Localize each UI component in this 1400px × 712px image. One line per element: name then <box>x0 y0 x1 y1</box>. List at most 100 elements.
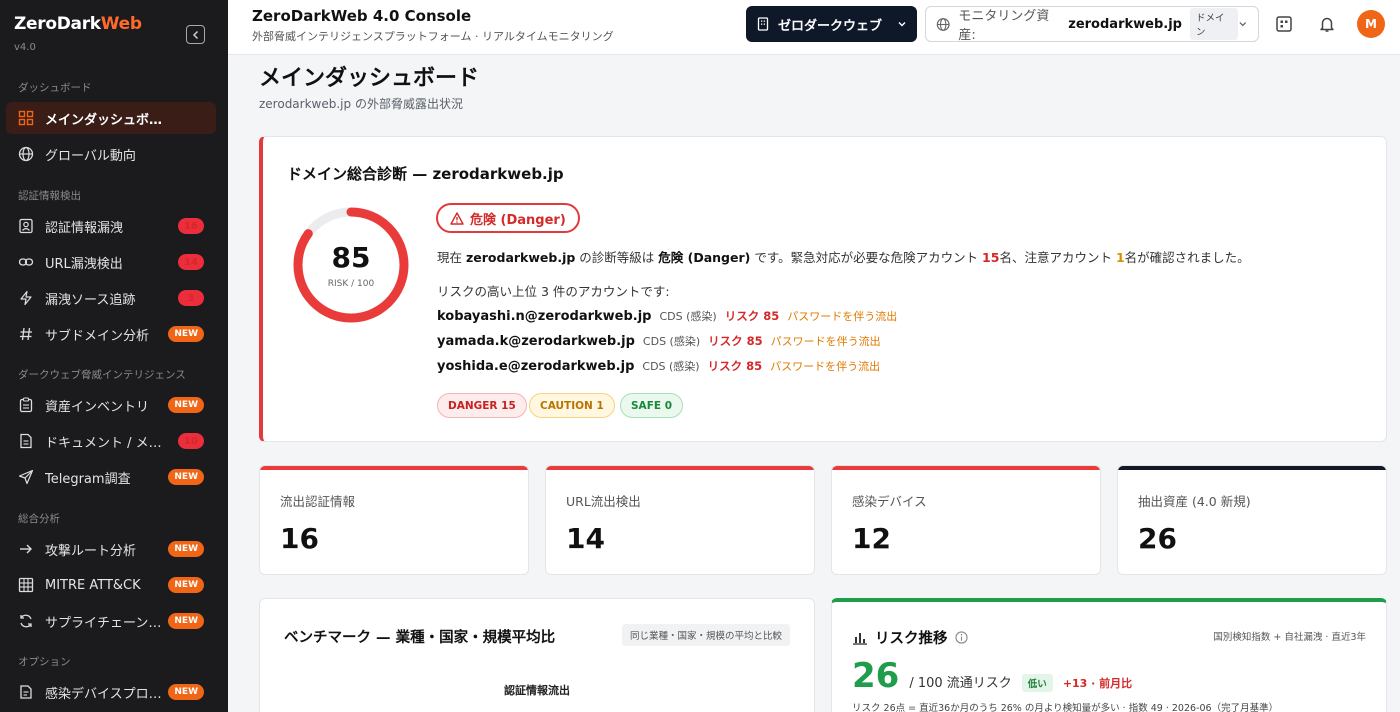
count-badge: 14 <box>178 254 204 270</box>
risk-trend-card: リスク推移 国別検知指数 + 自社漏洩 · 直近3年 26 / 100 流通リス… <box>831 598 1387 712</box>
bolt-icon <box>18 290 34 306</box>
account-email: kobayashi.n@zerodarkweb.jp <box>437 309 652 324</box>
section-options: オプション <box>18 656 71 668</box>
sidebar-item-label: URL漏洩検出 <box>45 256 123 272</box>
danger-count-chip[interactable]: DANGER 15 <box>437 393 527 418</box>
new-badge: NEW <box>168 469 204 485</box>
section-analysis: 総合分析 <box>18 513 60 525</box>
monitoring-asset-select[interactable]: モニタリング資産: zerodarkweb.jp ドメイン <box>925 6 1259 43</box>
sidebar-item-label: ドキュメント / メー… <box>45 435 167 451</box>
new-badge: NEW <box>168 613 204 629</box>
summary-danger-count: 15 <box>982 250 1000 265</box>
diagnosis-title: ドメイン総合診断 — zerodarkweb.jp <box>287 165 564 183</box>
sidebar-item-asset-inventory[interactable]: 資産インベントリ NEW <box>6 389 216 421</box>
summary-text: です。緊急対応が必要な危険アカウント <box>750 250 983 265</box>
new-badge: NEW <box>168 326 204 342</box>
count-badge: 10 <box>178 433 204 449</box>
count-badge: 16 <box>178 218 204 234</box>
user-badge-icon <box>18 218 34 234</box>
account-source: CDS (感染) <box>642 360 700 373</box>
risk-change: +13 · 前月比 <box>1062 677 1133 690</box>
risk-score: 85 <box>331 241 371 274</box>
sidebar-item-label: 認証情報漏洩 <box>45 220 124 236</box>
new-badge: NEW <box>168 541 204 557</box>
version-label: v4.0 <box>14 42 36 53</box>
sidebar-item-label: メインダッシュボード <box>45 112 167 128</box>
account-risk: リスク 85 <box>708 334 763 348</box>
sidebar-item-telegram[interactable]: Telegram調査 NEW <box>6 461 216 493</box>
summary-text: 現在 <box>437 250 466 265</box>
document-icon <box>18 433 34 449</box>
summary-domain: zerodarkweb.jp <box>465 250 576 265</box>
risk-trend-summary: 26 / 100 流通リスク 低い +13 · 前月比 <box>852 656 1132 696</box>
summary-text: 名が確認されました。 <box>1124 250 1250 265</box>
sidebar-item-subdomain-analysis[interactable]: サブドメイン分析 NEW <box>6 318 216 350</box>
account-row[interactable]: yamada.k@zerodarkweb.jp CDS (感染) リスク 85 … <box>437 333 881 349</box>
top-accounts-label: リスクの高い上位 3 件のアカウントです: <box>437 284 670 299</box>
report-button[interactable] <box>1274 14 1294 34</box>
sidebar-item-infected-devices[interactable]: 感染デバイスプロ… NEW <box>6 676 216 708</box>
sidebar-item-supply-chain[interactable]: サプライチェーン… NEW <box>6 605 216 637</box>
info-icon[interactable] <box>954 631 968 644</box>
sidebar-item-label: 感染デバイスプロ… <box>45 686 162 702</box>
user-avatar[interactable]: M <box>1357 10 1385 38</box>
notifications-button[interactable] <box>1317 14 1337 34</box>
chevron-left-icon <box>192 30 198 39</box>
organization-select[interactable]: ゼロダークウェブ <box>746 6 917 42</box>
send-icon <box>18 469 34 485</box>
caution-count-chip[interactable]: CAUTION 1 <box>529 393 615 418</box>
sidebar-item-leak-source-tracking[interactable]: 漏洩ソース追跡 3 <box>6 282 216 314</box>
sidebar-item-main-dashboard[interactable]: メインダッシュボード <box>6 102 216 134</box>
collapse-sidebar-button[interactable] <box>186 25 205 44</box>
stat-card-url-leaks[interactable]: URL流出検出 14 <box>545 465 815 575</box>
section-dashboard: ダッシュボード <box>18 82 92 94</box>
risk-trend-footnote: リスク 26点 = 直近36か月のうち 26% の月より検知量が多い · 指数 … <box>852 703 1279 712</box>
risk-trend-value: 26 <box>852 656 900 696</box>
sidebar-item-label: グローバル動向 <box>45 148 136 164</box>
stat-label: 抽出資産 (4.0 新規) <box>1138 494 1251 509</box>
stat-card-infected-devices[interactable]: 感染デバイス 12 <box>831 465 1101 575</box>
benchmark-metric-label: 認証情報流出 <box>504 684 570 697</box>
account-row[interactable]: yoshida.e@zerodarkweb.jp CDS (感染) リスク 85… <box>437 358 880 374</box>
sidebar-item-attack-route[interactable]: 攻撃ルート分析 NEW <box>6 533 216 565</box>
bar-chart-icon <box>852 631 868 645</box>
account-note: パスワードを伴う流出 <box>787 310 898 323</box>
new-badge: NEW <box>168 397 204 413</box>
grid-icon <box>18 110 34 126</box>
bell-icon <box>1320 17 1334 32</box>
stat-card-leaked-credentials[interactable]: 流出認証情報 16 <box>259 465 529 575</box>
benchmark-note: 同じ業種・国家・規模の平均と比較 <box>621 624 790 646</box>
clipboard-icon <box>18 397 34 413</box>
safe-count-chip[interactable]: SAFE 0 <box>620 393 683 418</box>
table-icon <box>18 577 34 593</box>
hash-icon <box>18 326 34 342</box>
sidebar-item-mitre-attack[interactable]: MITRE ATT&CK NEW <box>6 569 216 601</box>
chevron-down-icon <box>1239 22 1247 27</box>
brand-logo[interactable]: ZeroDarkWeb <box>14 14 142 34</box>
sidebar-item-url-leaks[interactable]: URL漏洩検出 14 <box>6 246 216 278</box>
stat-value: 12 <box>852 522 891 555</box>
page-subtitle: zerodarkweb.jp の外部脅威露出状況 <box>259 97 463 111</box>
account-note: パスワードを伴う流出 <box>770 335 881 348</box>
sidebar: ZeroDarkWeb v4.0 ダッシュボード メインダッシュボード グローバ… <box>0 0 228 712</box>
globe-icon <box>18 146 34 162</box>
summary-caution-count: 1 <box>1115 250 1125 265</box>
account-row[interactable]: kobayashi.n@zerodarkweb.jp CDS (感染) リスク … <box>437 308 897 324</box>
count-badge: 3 <box>178 290 204 306</box>
summary-level: 危険 (Danger) <box>658 250 751 265</box>
console-title: ZeroDarkWeb 4.0 Console <box>252 7 472 25</box>
sidebar-item-credential-leaks[interactable]: 認証情報漏洩 16 <box>6 210 216 242</box>
stat-accent-bar <box>832 466 1100 470</box>
stat-card-extracted-assets[interactable]: 抽出資産 (4.0 新規) 26 <box>1117 465 1387 575</box>
risk-trend-note: 国別検知指数 + 自社漏洩 · 直近3年 <box>1213 632 1366 643</box>
sidebar-item-documents[interactable]: ドキュメント / メー… 10 <box>6 425 216 457</box>
sidebar-item-label: 資産インベントリ <box>45 399 150 415</box>
risk-score-label: RISK / 100 <box>327 279 375 289</box>
brand-accent-text: Web <box>100 14 142 34</box>
link-icon <box>18 254 34 270</box>
section-credential-detection: 認証情報検出 <box>18 190 81 202</box>
account-source: CDS (感染) <box>659 310 717 323</box>
asset-value: zerodarkweb.jp <box>1068 16 1182 32</box>
sidebar-item-global-trends[interactable]: グローバル動向 <box>6 138 216 170</box>
account-risk: リスク 85 <box>707 359 763 373</box>
